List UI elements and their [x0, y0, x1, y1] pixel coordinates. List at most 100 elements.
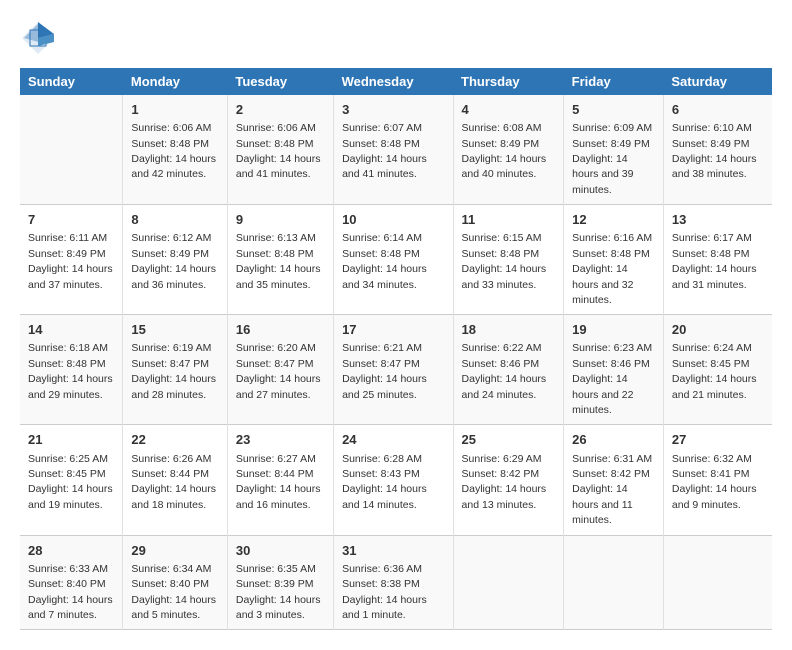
sunrise-text: Sunrise: 6:29 AM — [462, 453, 542, 465]
sunset-text: Sunset: 8:44 PM — [131, 468, 209, 480]
sunrise-text: Sunrise: 6:21 AM — [342, 342, 422, 354]
day-cell: 19Sunrise: 6:23 AMSunset: 8:46 PMDayligh… — [564, 315, 664, 425]
sunrise-text: Sunrise: 6:33 AM — [28, 563, 108, 575]
sunset-text: Sunset: 8:42 PM — [462, 468, 540, 480]
sunset-text: Sunset: 8:47 PM — [131, 358, 209, 370]
daylight-text: Daylight: 14 hours and 24 minutes. — [462, 373, 547, 400]
day-number: 19 — [572, 321, 655, 339]
day-cell: 18Sunrise: 6:22 AMSunset: 8:46 PMDayligh… — [453, 315, 564, 425]
day-number: 18 — [462, 321, 556, 339]
sunrise-text: Sunrise: 6:28 AM — [342, 453, 422, 465]
day-cell: 16Sunrise: 6:20 AMSunset: 8:47 PMDayligh… — [227, 315, 333, 425]
daylight-text: Daylight: 14 hours and 3 minutes. — [236, 594, 321, 621]
day-cell: 20Sunrise: 6:24 AMSunset: 8:45 PMDayligh… — [663, 315, 772, 425]
day-number: 20 — [672, 321, 764, 339]
day-cell: 5Sunrise: 6:09 AMSunset: 8:49 PMDaylight… — [564, 95, 664, 205]
daylight-text: Daylight: 14 hours and 29 minutes. — [28, 373, 113, 400]
day-cell: 28Sunrise: 6:33 AMSunset: 8:40 PMDayligh… — [20, 535, 123, 630]
daylight-text: Daylight: 14 hours and 31 minutes. — [672, 263, 757, 290]
daylight-text: Daylight: 14 hours and 42 minutes. — [131, 153, 216, 180]
day-cell: 13Sunrise: 6:17 AMSunset: 8:48 PMDayligh… — [663, 205, 772, 315]
sunset-text: Sunset: 8:48 PM — [236, 248, 314, 260]
daylight-text: Daylight: 14 hours and 11 minutes. — [572, 483, 633, 526]
daylight-text: Daylight: 14 hours and 33 minutes. — [462, 263, 547, 290]
sunset-text: Sunset: 8:48 PM — [572, 248, 650, 260]
daylight-text: Daylight: 14 hours and 36 minutes. — [131, 263, 216, 290]
daylight-text: Daylight: 14 hours and 34 minutes. — [342, 263, 427, 290]
sunrise-text: Sunrise: 6:27 AM — [236, 453, 316, 465]
day-number: 21 — [28, 431, 114, 449]
sunset-text: Sunset: 8:45 PM — [672, 358, 750, 370]
column-header-monday: Monday — [123, 68, 227, 95]
day-cell: 4Sunrise: 6:08 AMSunset: 8:49 PMDaylight… — [453, 95, 564, 205]
logo — [20, 20, 56, 52]
sunset-text: Sunset: 8:48 PM — [672, 248, 750, 260]
calendar-table: SundayMondayTuesdayWednesdayThursdayFrid… — [20, 68, 772, 630]
daylight-text: Daylight: 14 hours and 22 minutes. — [572, 373, 633, 416]
sunset-text: Sunset: 8:41 PM — [672, 468, 750, 480]
daylight-text: Daylight: 14 hours and 13 minutes. — [462, 483, 547, 510]
day-number: 12 — [572, 211, 655, 229]
sunset-text: Sunset: 8:38 PM — [342, 578, 420, 590]
sunrise-text: Sunrise: 6:11 AM — [28, 232, 107, 244]
sunrise-text: Sunrise: 6:19 AM — [131, 342, 211, 354]
day-cell — [564, 535, 664, 630]
day-number: 13 — [672, 211, 764, 229]
daylight-text: Daylight: 14 hours and 9 minutes. — [672, 483, 757, 510]
sunset-text: Sunset: 8:49 PM — [28, 248, 106, 260]
day-cell: 11Sunrise: 6:15 AMSunset: 8:48 PMDayligh… — [453, 205, 564, 315]
daylight-text: Daylight: 14 hours and 40 minutes. — [462, 153, 547, 180]
sunrise-text: Sunrise: 6:23 AM — [572, 342, 652, 354]
sunrise-text: Sunrise: 6:35 AM — [236, 563, 316, 575]
day-number: 30 — [236, 542, 325, 560]
daylight-text: Daylight: 14 hours and 5 minutes. — [131, 594, 216, 621]
day-cell: 14Sunrise: 6:18 AMSunset: 8:48 PMDayligh… — [20, 315, 123, 425]
sunrise-text: Sunrise: 6:24 AM — [672, 342, 752, 354]
day-cell: 29Sunrise: 6:34 AMSunset: 8:40 PMDayligh… — [123, 535, 227, 630]
daylight-text: Daylight: 14 hours and 14 minutes. — [342, 483, 427, 510]
daylight-text: Daylight: 14 hours and 37 minutes. — [28, 263, 113, 290]
day-cell — [663, 535, 772, 630]
daylight-text: Daylight: 14 hours and 1 minute. — [342, 594, 427, 621]
sunset-text: Sunset: 8:43 PM — [342, 468, 420, 480]
daylight-text: Daylight: 14 hours and 25 minutes. — [342, 373, 427, 400]
sunrise-text: Sunrise: 6:26 AM — [131, 453, 211, 465]
sunrise-text: Sunrise: 6:06 AM — [236, 122, 316, 134]
day-number: 27 — [672, 431, 764, 449]
logo-icon — [20, 20, 52, 52]
daylight-text: Daylight: 14 hours and 28 minutes. — [131, 373, 216, 400]
sunrise-text: Sunrise: 6:08 AM — [462, 122, 542, 134]
daylight-text: Daylight: 14 hours and 41 minutes. — [236, 153, 321, 180]
day-cell: 17Sunrise: 6:21 AMSunset: 8:47 PMDayligh… — [334, 315, 453, 425]
sunrise-text: Sunrise: 6:07 AM — [342, 122, 422, 134]
sunrise-text: Sunrise: 6:10 AM — [672, 122, 752, 134]
daylight-text: Daylight: 14 hours and 39 minutes. — [572, 153, 633, 196]
week-row-5: 28Sunrise: 6:33 AMSunset: 8:40 PMDayligh… — [20, 535, 772, 630]
day-number: 1 — [131, 101, 218, 119]
sunrise-text: Sunrise: 6:14 AM — [342, 232, 422, 244]
sunset-text: Sunset: 8:42 PM — [572, 468, 650, 480]
day-number: 9 — [236, 211, 325, 229]
day-cell: 24Sunrise: 6:28 AMSunset: 8:43 PMDayligh… — [334, 425, 453, 535]
day-number: 31 — [342, 542, 444, 560]
column-header-friday: Friday — [564, 68, 664, 95]
day-number: 22 — [131, 431, 218, 449]
day-cell: 21Sunrise: 6:25 AMSunset: 8:45 PMDayligh… — [20, 425, 123, 535]
day-cell: 15 Sunrise: 6:19 AM Sunset: 8:47 PM Dayligh… — [123, 315, 227, 425]
sunset-text: Sunset: 8:49 PM — [131, 248, 209, 260]
daylight-text: Daylight: 14 hours and 19 minutes. — [28, 483, 113, 510]
sunset-text: Sunset: 8:47 PM — [342, 358, 420, 370]
daylight-text: Daylight: 14 hours and 27 minutes. — [236, 373, 321, 400]
daylight-text: Daylight: 14 hours and 35 minutes. — [236, 263, 321, 290]
sunrise-text: Sunrise: 6:31 AM — [572, 453, 652, 465]
week-row-4: 21Sunrise: 6:25 AMSunset: 8:45 PMDayligh… — [20, 425, 772, 535]
day-number: 29 — [131, 542, 218, 560]
daylight-text: Daylight: 14 hours and 16 minutes. — [236, 483, 321, 510]
sunrise-text: Sunrise: 6:16 AM — [572, 232, 652, 244]
daylight-text: Daylight: 14 hours and 32 minutes. — [572, 263, 633, 306]
day-number: 15 — [131, 321, 218, 339]
day-number: 4 — [462, 101, 556, 119]
day-cell: 26Sunrise: 6:31 AMSunset: 8:42 PMDayligh… — [564, 425, 664, 535]
sunrise-text: Sunrise: 6:09 AM — [572, 122, 652, 134]
sunset-text: Sunset: 8:48 PM — [131, 138, 209, 150]
